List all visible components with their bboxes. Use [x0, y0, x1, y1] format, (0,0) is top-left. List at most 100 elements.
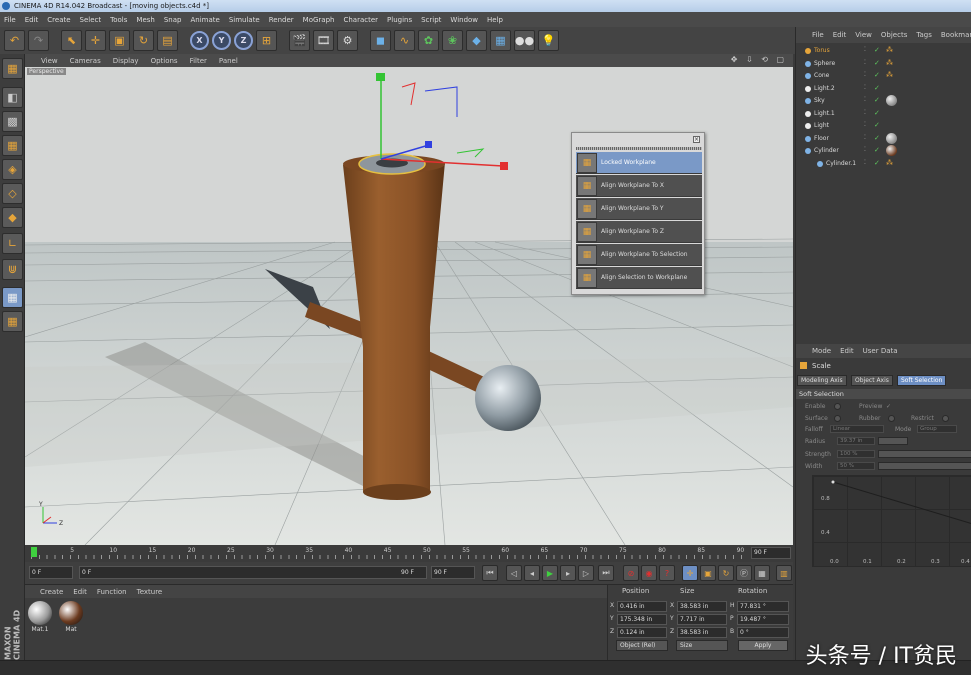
object-row[interactable]: Light.2 ⁚ ✓	[796, 83, 971, 95]
material-swatch[interactable]: Mat	[58, 601, 84, 635]
move-icon[interactable]: ✛	[85, 30, 106, 51]
material-swatch[interactable]: Mat.1	[27, 601, 53, 635]
strength-slider[interactable]	[878, 450, 971, 458]
z-axis-lock[interactable]: Z	[234, 31, 253, 50]
visibility-dots[interactable]: ⁚	[864, 46, 866, 53]
record-rotation-icon[interactable]: ↻	[718, 565, 734, 581]
visibility-dots[interactable]: ⁚	[864, 109, 866, 116]
points-mode-icon[interactable]: ◈	[2, 159, 23, 180]
material-menu-edit[interactable]: Edit	[73, 588, 87, 598]
visibility-dots[interactable]: ⁚	[864, 146, 866, 153]
visibility-dots[interactable]: ⁚	[864, 121, 866, 128]
strength-field[interactable]: 100 %	[837, 450, 875, 458]
timeline-ruler[interactable]	[31, 555, 747, 559]
menu-plugins[interactable]: Plugins	[387, 16, 412, 24]
workplane-item-5[interactable]: ▦ Align Selection to Workplane	[576, 267, 702, 289]
object-row[interactable]: Sphere ⁚ ✓ ⁂	[796, 58, 971, 70]
record-scale-icon[interactable]: ▣	[700, 565, 716, 581]
goto-end-icon[interactable]: ⏭	[598, 565, 614, 581]
menu-edit[interactable]: Edit	[25, 16, 39, 24]
object-row[interactable]: Light ⁚ ✓	[796, 120, 971, 132]
edit-render-settings-icon[interactable]: ⚙	[337, 30, 358, 51]
object-row[interactable]: Cylinder ⁚ ✓	[796, 145, 971, 157]
undo-icon[interactable]: ↶	[4, 30, 25, 51]
rotation-field[interactable]: 77.831 °	[737, 601, 789, 612]
viewport-menu-display[interactable]: Display	[113, 57, 139, 65]
object-menu-tags[interactable]: Tags	[916, 31, 932, 43]
visibility-dots[interactable]: ⁚	[864, 59, 866, 66]
rotation-field[interactable]: 0 °	[737, 627, 789, 638]
goto-start-icon[interactable]: ⏮	[482, 565, 498, 581]
y-axis-lock[interactable]: Y	[212, 31, 231, 50]
workplane-item-2[interactable]: ▦ Align Workplane To Y	[576, 198, 702, 220]
render-view-icon[interactable]: 🎬	[289, 30, 310, 51]
workplane-mode-icon[interactable]: ▦	[2, 135, 23, 156]
radius-slider[interactable]	[878, 437, 908, 445]
prev-key-icon[interactable]: ◁	[506, 565, 522, 581]
size-field[interactable]: 38.583 in	[677, 627, 727, 638]
object-menu-view[interactable]: View	[855, 31, 872, 43]
record-parameter-icon[interactable]: Ⓟ	[736, 565, 752, 581]
material-tag-icon[interactable]	[886, 145, 897, 156]
snap-icon[interactable]: ⋓	[2, 259, 23, 280]
viewport-menu-cameras[interactable]: Cameras	[70, 57, 101, 65]
size-mode-select[interactable]: Size	[676, 640, 728, 651]
record-position-icon[interactable]: ✛	[682, 565, 698, 581]
falloff-select[interactable]: Linear	[830, 425, 884, 433]
rotate-icon[interactable]: ↻	[133, 30, 154, 51]
mode-select[interactable]: Group	[917, 425, 957, 433]
tab-object-axis[interactable]: Object Axis	[851, 375, 893, 386]
attribute-menu-mode[interactable]: Mode	[812, 347, 831, 358]
coordinate-mode-select[interactable]: Object (Rel)	[616, 640, 668, 651]
viewport-nav-icons[interactable]: ✥ ⇩ ⟲ ▢	[731, 55, 787, 64]
camera-icon[interactable]: ●●	[514, 30, 535, 51]
menu-script[interactable]: Script	[421, 16, 441, 24]
render-picture-viewer-icon[interactable]: 🎞	[313, 30, 334, 51]
material-menu-function[interactable]: Function	[97, 588, 127, 598]
model-mode-icon[interactable]: ◧	[2, 87, 23, 108]
menu-render[interactable]: Render	[269, 16, 294, 24]
object-row[interactable]: Floor ⁚ ✓	[796, 132, 971, 145]
object-row[interactable]: Cone ⁚ ✓ ⁂	[796, 70, 971, 82]
viewport-menu-filter[interactable]: Filter	[190, 57, 207, 65]
menu-file[interactable]: File	[4, 16, 16, 24]
frame-range-slider[interactable]: 0 F 90 F	[79, 566, 427, 579]
world-coord-icon[interactable]: ⊞	[256, 30, 277, 51]
edges-mode-icon[interactable]: ◇	[2, 183, 23, 204]
timeline[interactable]: 051015202530354045505560657075808590 90 …	[25, 545, 793, 562]
size-field[interactable]: 38.583 in	[677, 601, 727, 612]
visibility-dots[interactable]: ⁚	[864, 71, 866, 78]
phong-tag-icon[interactable]: ⁂	[886, 159, 893, 167]
menu-window[interactable]: Window	[450, 16, 478, 24]
visibility-dots[interactable]: ⁚	[864, 84, 866, 91]
enabled-check-icon[interactable]: ✓	[874, 71, 880, 79]
width-field[interactable]: 50 %	[837, 462, 875, 470]
enabled-check-icon[interactable]: ✓	[874, 159, 880, 167]
nurbs-icon[interactable]: ✿	[418, 30, 439, 51]
timeline-playhead[interactable]	[31, 547, 37, 557]
light-icon[interactable]: 💡	[538, 30, 559, 51]
rotation-field[interactable]: 19.487 °	[737, 614, 789, 625]
falloff-graph[interactable]: 0.8 0.4 0.0 0.1 0.2 0.3 0.4	[812, 475, 971, 567]
attribute-menu-user-data[interactable]: User Data	[863, 347, 898, 358]
phong-tag-icon[interactable]: ⁂	[886, 46, 893, 54]
redo-icon[interactable]: ↷	[28, 30, 49, 51]
enabled-check-icon[interactable]: ✓	[874, 146, 880, 154]
menu-simulate[interactable]: Simulate	[229, 16, 260, 24]
close-icon[interactable]: ×	[693, 136, 700, 143]
size-field[interactable]: 7.717 in	[677, 614, 727, 625]
spline-pen-icon[interactable]: ∿	[394, 30, 415, 51]
scheme-icon[interactable]: ▥	[776, 565, 792, 581]
popup-grip[interactable]	[576, 147, 702, 150]
next-frame-icon[interactable]: ▸	[560, 565, 576, 581]
surface-checkbox[interactable]	[834, 415, 841, 422]
menu-select[interactable]: Select	[80, 16, 102, 24]
menu-animate[interactable]: Animate	[190, 16, 219, 24]
keyframe-selection-icon[interactable]: ?	[659, 565, 675, 581]
prev-frame-icon[interactable]: ◂	[524, 565, 540, 581]
enabled-check-icon[interactable]: ✓	[874, 96, 880, 104]
record-keys-icon[interactable]: ⊘	[623, 565, 639, 581]
enabled-check-icon[interactable]: ✓	[874, 46, 880, 54]
phong-tag-icon[interactable]: ⁂	[886, 59, 893, 67]
object-menu-file[interactable]: File	[812, 31, 824, 43]
